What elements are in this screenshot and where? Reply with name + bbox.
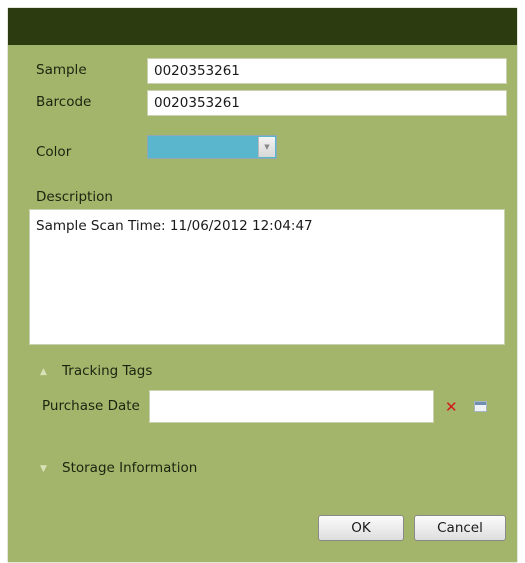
chevron-down-icon: ▼ [40, 464, 47, 474]
tracking-tags-toggle[interactable]: ▲ Tracking Tags [38, 362, 198, 382]
description-label: Description [36, 189, 113, 205]
dialog-title-bar[interactable] [8, 8, 517, 45]
color-dropdown[interactable]: ▼ [147, 135, 277, 159]
barcode-field[interactable]: 0020353261 [147, 90, 507, 116]
color-label: Color [36, 144, 72, 160]
ok-button[interactable]: OK [318, 515, 404, 541]
tracking-tags-header: Tracking Tags [62, 363, 153, 379]
description-textarea[interactable]: Sample Scan Time: 11/06/2012 12:04:47 [29, 209, 505, 345]
sample-label: Sample [36, 62, 87, 78]
dropdown-arrow-icon[interactable]: ▼ [258, 137, 275, 157]
sample-field[interactable]: 0020353261 [147, 58, 507, 84]
cancel-button[interactable]: Cancel [414, 515, 506, 541]
calendar-icon[interactable] [474, 401, 487, 412]
clear-x-icon[interactable]: ✕ [445, 399, 458, 415]
sample-dialog: Sample 0020353261 Barcode 0020353261 Col… [8, 8, 517, 562]
purchase-date-field[interactable] [149, 390, 434, 423]
barcode-label: Barcode [36, 94, 92, 110]
storage-information-toggle[interactable]: ▼ Storage Information [38, 459, 238, 479]
storage-information-header: Storage Information [62, 460, 198, 476]
chevron-up-icon: ▲ [40, 367, 47, 377]
purchase-date-label: Purchase Date [42, 398, 140, 414]
